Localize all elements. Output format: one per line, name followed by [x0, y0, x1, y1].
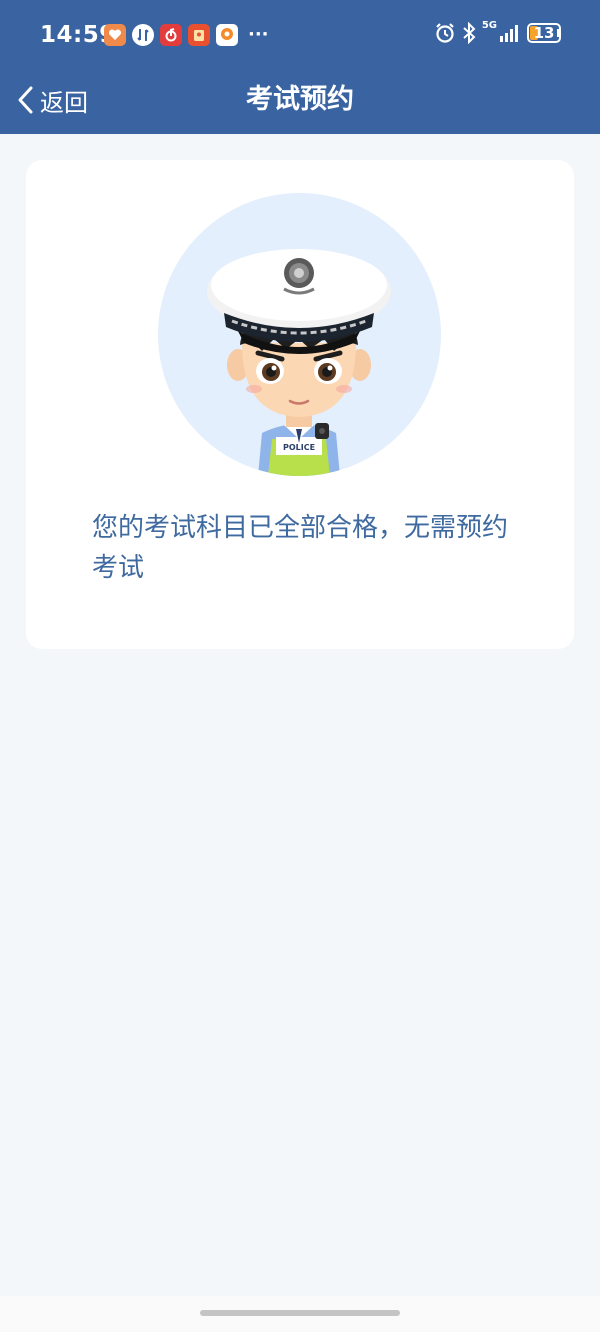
page-title: 考试预约 — [246, 84, 354, 115]
navigation-bar: 返回 考试预约 — [0, 72, 600, 134]
status-bar: 14:59 ··· 5G 13 — [0, 0, 600, 72]
signal-icon — [500, 25, 518, 42]
system-icons: 5G 13 — [434, 20, 561, 44]
police-officer-illustration: POLICE — [207, 249, 391, 476]
exchange-app-icon — [132, 24, 154, 46]
app-header: 14:59 ··· 5G 13 返回 考试预约 — [0, 0, 600, 134]
home-indicator[interactable] — [200, 1310, 400, 1316]
police-officer-avatar: POLICE — [158, 193, 441, 476]
orange-app-icon — [216, 24, 238, 46]
battery-level: 13 — [533, 24, 555, 42]
notification-icons: ··· — [104, 24, 269, 46]
netease-music-icon — [160, 24, 182, 46]
alarm-icon — [436, 23, 454, 43]
red-envelope-app-icon — [188, 24, 210, 46]
result-card: POLICE 您的考试科目已全部合格，无需预约考试 — [26, 160, 574, 649]
more-notifications-icon: ··· — [248, 24, 269, 45]
no-exam-needed-message: 您的考试科目已全部合格，无需预约考试 — [92, 513, 509, 583]
network-type-label: 5G — [481, 20, 497, 31]
bluetooth-icon — [463, 22, 476, 44]
health-app-icon — [104, 24, 126, 46]
police-badge-text: POLICE — [283, 443, 315, 452]
battery-indicator: 13 — [527, 23, 561, 43]
battery-icon: 13 — [527, 23, 561, 43]
